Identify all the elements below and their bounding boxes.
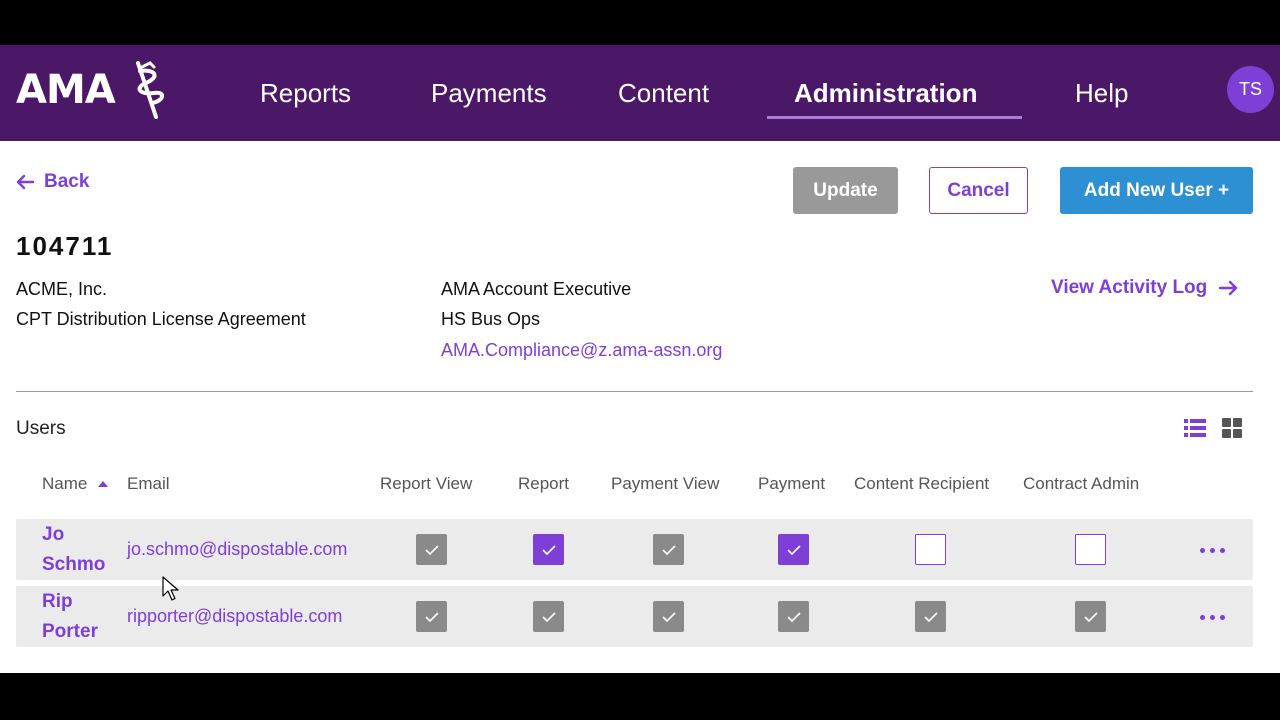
grid-view-toggle[interactable] [1222, 417, 1242, 444]
user-email-link[interactable]: jo.schmo@dispostable.com [127, 519, 347, 580]
check-icon [424, 544, 439, 555]
report-view-checkbox[interactable] [416, 534, 447, 565]
list-view-icon [1184, 419, 1206, 437]
column-header-report-view[interactable]: Report View [380, 474, 472, 494]
account-id: 104711 [16, 231, 114, 261]
payment-view-checkbox[interactable] [653, 534, 684, 565]
content-recipient-checkbox[interactable] [915, 534, 946, 565]
back-arrow-icon [16, 174, 34, 190]
more-options-icon[interactable] [1197, 605, 1227, 629]
check-icon [424, 611, 439, 622]
update-button[interactable]: Update [793, 167, 898, 214]
check-icon [661, 611, 676, 622]
report-checkbox[interactable] [533, 534, 564, 565]
table-row: Jo Schmo jo.schmo@dispostable.com [16, 519, 1253, 580]
check-icon [786, 611, 801, 622]
nav-content[interactable]: Content [618, 45, 709, 141]
check-icon [661, 544, 676, 555]
ama-logo[interactable]: AMA [16, 59, 166, 121]
nav-payments[interactable]: Payments [431, 45, 547, 141]
payment-view-checkbox[interactable] [653, 601, 684, 632]
more-options-icon[interactable] [1197, 538, 1227, 562]
user-name-link[interactable]: Rip Porter [42, 586, 122, 647]
column-header-email[interactable]: Email [127, 474, 170, 494]
forward-arrow-icon [1219, 280, 1238, 296]
column-name-label: Name [42, 474, 88, 493]
company-name: ACME, Inc. [16, 279, 108, 299]
back-link[interactable]: Back [16, 171, 89, 193]
back-label: Back [44, 171, 90, 192]
user-email-link[interactable]: ripporter@dispostable.com [127, 586, 342, 647]
column-header-report[interactable]: Report [518, 474, 569, 494]
check-icon [541, 544, 556, 555]
user-avatar[interactable]: TS [1227, 66, 1274, 113]
account-exec-name: HS Bus Ops [441, 309, 541, 329]
agreement-name: CPT Distribution License Agreement [16, 309, 306, 329]
column-header-contract-admin[interactable]: Contract Admin [1023, 474, 1139, 494]
cancel-button[interactable]: Cancel [929, 167, 1028, 214]
report-checkbox[interactable] [533, 601, 564, 632]
view-activity-log-link[interactable]: View Activity Log [1051, 277, 1239, 299]
users-section-title: Users [16, 418, 66, 439]
top-navbar: AMA Reports Payments Content Administrat… [0, 45, 1280, 141]
payment-checkbox[interactable] [778, 534, 809, 565]
section-divider [16, 391, 1253, 392]
nav-reports[interactable]: Reports [260, 45, 351, 141]
grid-view-icon [1222, 418, 1242, 438]
mouse-pointer-icon [162, 576, 179, 601]
column-header-payment[interactable]: Payment [758, 474, 825, 494]
check-icon [1083, 611, 1098, 622]
payment-checkbox[interactable] [778, 601, 809, 632]
add-new-user-button[interactable]: Add New User + [1060, 167, 1253, 214]
check-icon [786, 544, 801, 555]
letterbox-top [0, 0, 1280, 45]
table-row: Rip Porter ripporter@dispostable.com [16, 586, 1253, 647]
account-exec-title: AMA Account Executive [441, 279, 632, 299]
logo-text: AMA [16, 67, 116, 113]
contract-admin-checkbox[interactable] [1075, 534, 1106, 565]
main-content: Back Update Cancel Add New User + 104711… [0, 141, 1280, 673]
letterbox-bottom [0, 673, 1280, 720]
column-header-name[interactable]: Name [42, 474, 109, 494]
account-exec-email[interactable]: AMA.Compliance@z.ama-assn.org [441, 340, 722, 361]
sort-ascending-icon [98, 481, 109, 487]
list-view-toggle[interactable] [1184, 417, 1206, 444]
content-recipient-checkbox[interactable] [915, 601, 946, 632]
report-view-checkbox[interactable] [416, 601, 447, 632]
user-name-link[interactable]: Jo Schmo [42, 519, 122, 580]
check-icon [923, 611, 938, 622]
nav-administration[interactable]: Administration [794, 45, 977, 141]
contract-admin-checkbox[interactable] [1075, 601, 1106, 632]
staff-of-asclepius-icon [136, 61, 164, 119]
active-nav-indicator [767, 116, 1022, 119]
column-header-payment-view[interactable]: Payment View [611, 474, 719, 494]
activity-log-label: View Activity Log [1051, 277, 1208, 298]
nav-help[interactable]: Help [1075, 45, 1128, 141]
check-icon [541, 611, 556, 622]
column-header-content-recipient[interactable]: Content Recipient [854, 474, 989, 494]
